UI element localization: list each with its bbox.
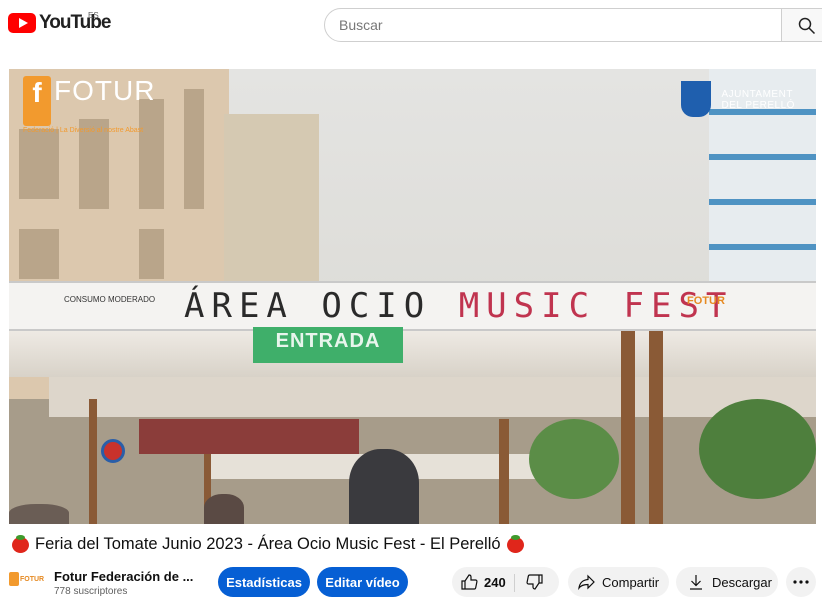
channel-avatar[interactable]: FOTUR [9,572,45,592]
video-person [9,504,69,524]
video-title: Feria del Tomate Junio 2023 - Área Ocio … [12,534,524,554]
channel-avatar-text: FOTUR [20,575,45,583]
channel-name[interactable]: Fotur Federación de ... [54,569,193,584]
town-emblem-icon [681,81,711,117]
banner-text-left: ÁREA OCIO [184,286,459,326]
video-tree [529,419,619,499]
banner-sponsor-right: FOTUR [687,295,725,307]
fotur-badge-icon: f [23,76,51,126]
banner-sponsor: CONSUMO MODERADO [64,295,156,304]
search-input[interactable]: Buscar [324,8,782,42]
video-banner: CONSUMO MODERADO ÁREA OCIO MUSIC FEST FO… [9,281,816,331]
video-shade-2 [49,377,816,417]
video-pole [649,327,663,524]
search-icon [798,17,816,35]
share-button[interactable]: Compartir [568,567,669,597]
top-bar: YouTube ES Buscar [0,0,822,52]
tomato-icon [506,534,524,553]
download-icon [690,575,702,590]
town-hall-logo: AJUNTAMENT DEL PERELLÓ [681,81,795,117]
country-code: ES [88,11,99,20]
stats-button[interactable]: Estadísticas [218,567,310,597]
video-shade-red [139,419,359,454]
more-actions-button[interactable] [786,567,816,597]
dislike-button[interactable] [526,573,544,594]
like-count: 240 [484,574,506,590]
fotur-subtitle: Federació | La Diversió al nostre Abast [23,127,144,134]
youtube-play-icon [8,13,36,33]
video-shade [9,327,816,377]
video-pole [499,419,509,524]
banner-text: ÁREA OCIO MUSIC FEST [184,286,733,326]
share-icon [578,574,595,590]
logo-text: YouTube [39,12,111,33]
edit-video-label: Editar vídeo [325,574,400,590]
download-label: Descargar [712,574,772,590]
thumbs-up-icon [461,574,478,590]
like-dislike-group: 240 [452,567,559,597]
video-title-text: Feria del Tomate Junio 2023 - Área Ocio … [35,535,501,553]
search-placeholder: Buscar [339,17,383,33]
town-hall-text: AJUNTAMENT DEL PERELLÓ [721,89,795,111]
video-pole [89,399,97,524]
fotur-avatar-icon [9,572,19,586]
town-hall-line1: AJUNTAMENT [721,89,793,100]
thumbs-down-icon [526,574,543,590]
subscriber-count: 778 suscriptores [54,586,128,597]
download-button[interactable]: Descargar [676,567,778,597]
more-horizontal-icon [793,580,809,584]
tomato-icon [12,534,29,553]
fotur-name: FOTUR [54,75,156,106]
entrance-sign: ENTRADA [253,327,403,363]
no-parking-sign [101,439,125,463]
edit-video-button[interactable]: Editar vídeo [317,567,408,597]
search-button[interactable] [782,8,822,42]
fotur-watermark: f FOTUR [23,76,155,126]
share-label: Compartir [602,574,660,590]
video-player[interactable]: CONSUMO MODERADO ÁREA OCIO MUSIC FEST FO… [9,69,816,524]
like-button[interactable]: 240 [452,573,506,591]
video-person [349,449,419,524]
video-person [204,494,244,524]
like-divider [514,574,515,592]
stats-button-label: Estadísticas [226,574,302,590]
channel-action-row: FOTUR Fotur Federación de ... 778 suscri… [0,566,822,598]
video-pole [621,327,635,524]
town-hall-line2: DEL PERELLÓ [721,100,795,111]
video-tree [699,399,816,499]
